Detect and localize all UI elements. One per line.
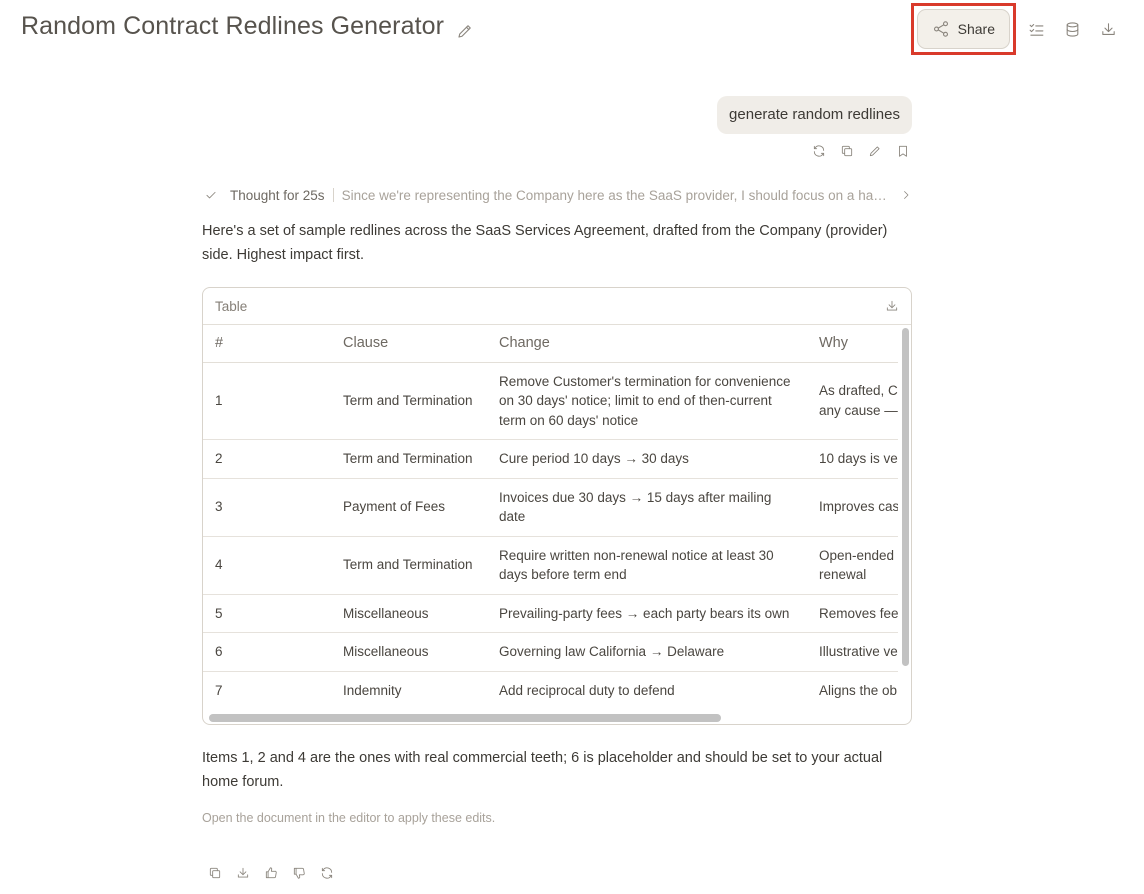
response-actions xyxy=(206,864,336,882)
row-number: 5 xyxy=(203,594,331,633)
clause-cell: Miscellaneous xyxy=(331,632,487,672)
table-title: Table xyxy=(215,298,248,314)
column-header: Why xyxy=(807,325,898,363)
change-cell: Prevailing-party fees → each party bears… xyxy=(487,594,807,633)
change-cell: Governing law California → Delaware xyxy=(487,632,807,672)
redlines-table: # Clause Change Why 1 Term and Terminatio… xyxy=(203,325,898,708)
clause-cell: Term and Termination xyxy=(331,536,487,595)
share-label: Share xyxy=(957,21,995,37)
clause-cell: Indemnity xyxy=(331,671,487,708)
thought-preview: Since we're representing the Company her… xyxy=(341,187,890,203)
row-number: 7 xyxy=(203,671,331,708)
share-button[interactable]: Share xyxy=(916,9,1010,49)
why-cell: Improves cas xyxy=(807,478,898,537)
why-cell: As drafted, C any cause — xyxy=(807,362,898,440)
table-row: 5 Miscellaneous Prevailing-party fees → ea… xyxy=(203,594,898,633)
page-title-row: Random Contract Redlines Generator xyxy=(21,12,474,41)
download-icon[interactable] xyxy=(234,864,252,882)
change-cell: Require written non-renewal notice at le… xyxy=(487,536,807,595)
table-row: 2 Term and Termination Cure period 10 days… xyxy=(203,439,898,479)
download-icon[interactable] xyxy=(1092,13,1124,45)
copy-icon[interactable] xyxy=(838,142,856,160)
copy-icon[interactable] xyxy=(206,864,224,882)
row-number: 6 xyxy=(203,632,331,672)
thumbs-down-icon[interactable] xyxy=(290,864,308,882)
table-scroll-area[interactable]: # Clause Change Why 1 Term and Terminatio… xyxy=(203,325,898,708)
table-header: Table xyxy=(203,288,911,325)
change-cell: Cure period 10 days → 30 days xyxy=(487,439,807,479)
horizontal-scrollbar[interactable] xyxy=(209,714,721,722)
why-cell: Open-ended renewal xyxy=(807,536,898,595)
thought-label: Thought for 25s xyxy=(230,187,325,203)
table-row: 6 Miscellaneous Governing law California →… xyxy=(203,632,898,672)
table-row: 4 Term and Termination Require written non… xyxy=(203,536,898,595)
response-summary: Items 1, 2 and 4 are the ones with real … xyxy=(202,750,883,790)
user-message: generate random redlines xyxy=(717,96,912,134)
why-cell: Illustrative ve xyxy=(807,632,898,672)
database-icon[interactable] xyxy=(1056,13,1088,45)
table-header-row: # Clause Change Why xyxy=(203,325,898,363)
check-icon xyxy=(206,191,216,199)
column-header: Clause xyxy=(331,325,487,363)
editor-hint[interactable]: Open the document in the editor to apply… xyxy=(202,811,495,825)
refresh-icon[interactable] xyxy=(810,142,828,160)
bookmark-icon[interactable] xyxy=(894,142,912,160)
checklist-icon[interactable] xyxy=(1020,13,1052,45)
change-cell: Invoices due 30 days → 15 days after mai… xyxy=(487,478,807,537)
clause-cell: Term and Termination xyxy=(331,362,487,440)
clause-cell: Term and Termination xyxy=(331,439,487,479)
row-number: 4 xyxy=(203,536,331,595)
row-number: 3 xyxy=(203,478,331,537)
share-icon xyxy=(933,21,948,37)
thought-summary[interactable]: Thought for 25s Since we're representing… xyxy=(204,184,912,206)
table-row: 3 Payment of Fees Invoices due 30 days → 1… xyxy=(203,478,898,537)
column-header: Change xyxy=(487,325,807,363)
thumbs-up-icon[interactable] xyxy=(262,864,280,882)
edit-icon[interactable] xyxy=(866,142,884,160)
row-number: 2 xyxy=(203,439,331,479)
table-row: 7 Indemnity Add reciprocal duty to defend A… xyxy=(203,671,898,708)
table-card: Table # Clause Change Why 1 Term and Term… xyxy=(202,287,912,725)
thought-divider xyxy=(332,188,334,202)
vertical-scrollbar[interactable] xyxy=(902,328,909,666)
table-download-icon[interactable] xyxy=(885,299,899,313)
why-cell: Removes fee xyxy=(807,594,898,633)
user-message-actions xyxy=(810,142,912,160)
column-header: # xyxy=(203,325,331,363)
response-intro: Here's a set of sample redlines across t… xyxy=(202,223,888,263)
pencil-icon[interactable] xyxy=(456,18,474,38)
change-cell: Add reciprocal duty to defend xyxy=(487,671,807,708)
row-number: 1 xyxy=(203,362,331,440)
share-highlight: Share xyxy=(910,3,1016,55)
regenerate-icon[interactable] xyxy=(318,864,336,882)
top-actions: Share xyxy=(910,3,1124,55)
clause-cell: Payment of Fees xyxy=(331,478,487,537)
clause-cell: Miscellaneous xyxy=(331,594,487,633)
why-cell: Aligns the ob xyxy=(807,671,898,708)
chevron-right-icon xyxy=(904,191,909,199)
change-cell: Remove Customer's termination for conven… xyxy=(487,362,807,440)
page-title: Random Contract Redlines Generator xyxy=(21,12,445,40)
why-cell: 10 days is ver xyxy=(807,439,898,479)
table-row: 1 Term and Termination Remove Customer's t… xyxy=(203,362,898,440)
